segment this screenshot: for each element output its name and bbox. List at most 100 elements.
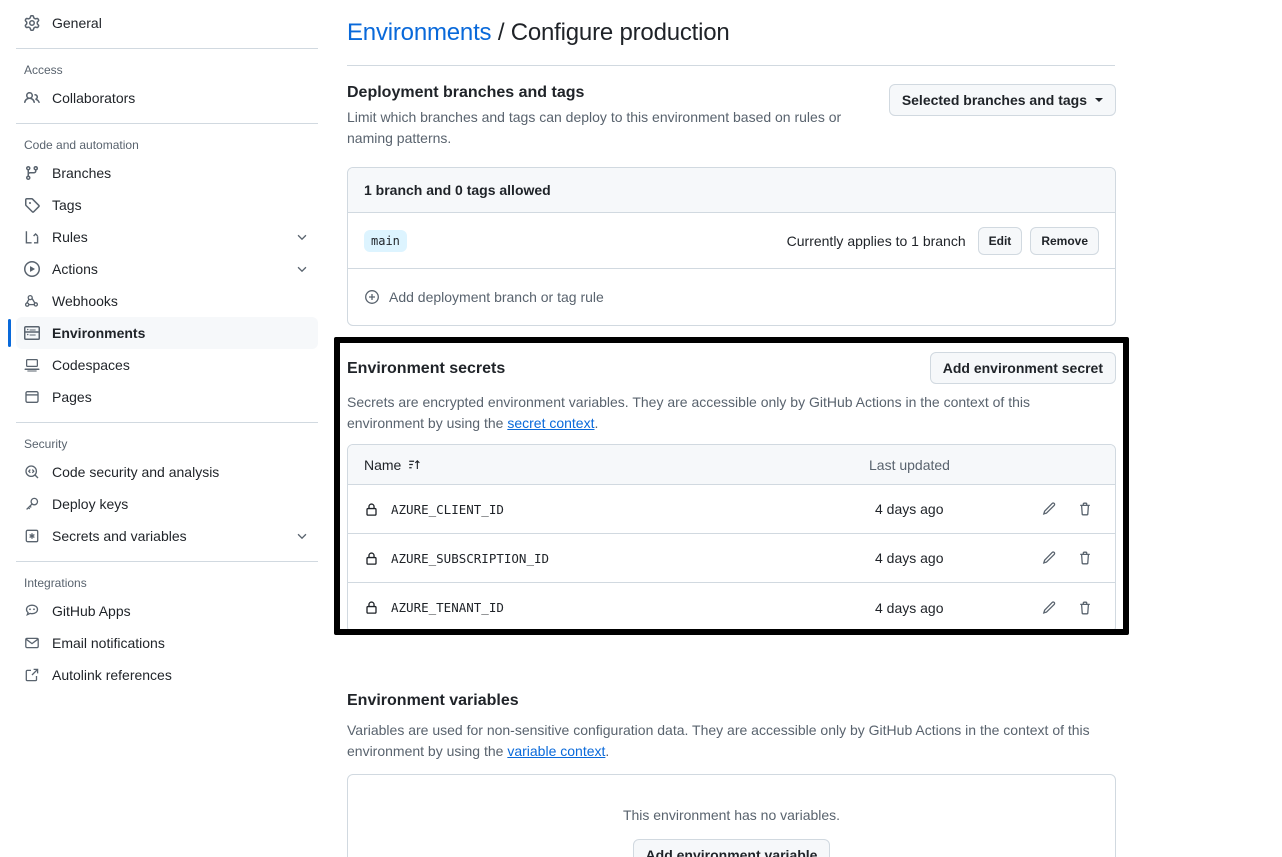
sidebar-group-title: Code and automation — [24, 138, 139, 152]
column-header-last-updated: Last updated — [869, 456, 950, 473]
sidebar-group-title: Security — [24, 437, 68, 451]
environment-secrets-section: Environment secrets Add environment secr… — [347, 352, 1282, 633]
asterisk-box-icon — [24, 528, 40, 544]
sidebar-group-code-and-automation: Code and automation Branches Tags Rules — [8, 133, 318, 413]
sidebar-item-general[interactable]: General — [16, 7, 318, 39]
play-icon — [24, 261, 40, 277]
sidebar-divider — [16, 48, 318, 49]
gear-icon — [24, 15, 40, 31]
delete-secret-button[interactable] — [1071, 544, 1099, 572]
sidebar-item-autolink-references[interactable]: Autolink references — [16, 659, 318, 691]
sidebar-item-label: Collaborators — [52, 90, 136, 106]
sidebar-item-codespaces[interactable]: Codespaces — [16, 349, 318, 381]
add-environment-variable-button[interactable]: Add environment variable — [632, 839, 831, 857]
sidebar-item-github-apps[interactable]: GitHub Apps — [16, 595, 318, 627]
sidebar-item-label: Codespaces — [52, 357, 130, 373]
sidebar-item-secrets-and-variables[interactable]: Secrets and variables — [16, 520, 318, 552]
sidebar-item-pages[interactable]: Pages — [16, 381, 318, 413]
sidebar-item-tags[interactable]: Tags — [16, 189, 318, 221]
secret-name: AZURE_SUBSCRIPTION_ID — [391, 550, 550, 566]
breadcrumb-current: Configure production — [510, 19, 730, 46]
description-text-part1: Secrets are encrypted environment variab… — [347, 394, 1030, 431]
breadcrumb-parent-link[interactable]: Environments — [347, 19, 492, 46]
sidebar-item-branches[interactable]: Branches — [16, 157, 318, 189]
external-link-icon — [24, 667, 40, 683]
sidebar-item-webhooks[interactable]: Webhooks — [16, 285, 318, 317]
section-description: Variables are used for non-sensitive con… — [347, 720, 1107, 762]
sidebar-item-label: Rules — [52, 229, 88, 245]
secrets-table-header: Name Last updated — [348, 445, 1115, 485]
settings-sidebar: General Access Collaborators Code and au… — [0, 0, 334, 857]
codespaces-icon — [24, 357, 40, 373]
key-icon — [24, 496, 40, 512]
edit-secret-button[interactable] — [1035, 594, 1063, 622]
lock-icon — [364, 600, 379, 615]
delete-secret-button[interactable] — [1071, 495, 1099, 523]
rule-applies-note: Currently applies to 1 branch — [786, 232, 966, 249]
sidebar-item-label: Branches — [52, 165, 112, 181]
deployment-rules-box: 1 branch and 0 tags allowed main Current… — [347, 167, 1116, 326]
code-scan-icon — [24, 464, 40, 480]
deployment-rules-header: 1 branch and 0 tags allowed — [348, 168, 1115, 213]
table-row: AZURE_TENANT_ID 4 days ago — [348, 583, 1115, 632]
sidebar-item-collaborators[interactable]: Collaborators — [16, 82, 318, 114]
edit-secret-button[interactable] — [1035, 495, 1063, 523]
sidebar-item-label: Pages — [52, 389, 92, 405]
description-text-part1: Variables are used for non-sensitive con… — [347, 722, 1090, 759]
add-environment-secret-button[interactable]: Add environment secret — [929, 352, 1116, 384]
sidebar-group-access: Access Collaborators — [16, 58, 318, 114]
chevron-down-icon[interactable] — [294, 261, 310, 277]
sidebar-divider — [16, 422, 318, 423]
secret-name: AZURE_TENANT_ID — [391, 600, 504, 615]
breadcrumb-separator: / — [497, 19, 505, 46]
secrets-table: Name Last updated AZURE_CLIENT_ID 4 days… — [347, 444, 1116, 633]
people-icon — [24, 90, 40, 106]
chevron-down-icon[interactable] — [294, 528, 310, 544]
edit-rule-button[interactable]: Edit — [977, 226, 1023, 255]
delete-secret-button[interactable] — [1071, 594, 1099, 622]
lock-icon — [364, 502, 379, 517]
sidebar-item-rules[interactable]: Rules — [16, 221, 318, 253]
sidebar-divider — [16, 123, 318, 124]
section-title: Environment variables — [347, 692, 519, 709]
remove-rule-button[interactable]: Remove — [1030, 226, 1099, 255]
sidebar-item-code-security-and-analysis[interactable]: Code security and analysis — [16, 456, 318, 488]
add-deployment-rule-button[interactable]: Add deployment branch or tag rule — [348, 269, 1115, 325]
table-row: AZURE_SUBSCRIPTION_ID 4 days ago — [348, 534, 1115, 583]
sidebar-item-email-notifications[interactable]: Email notifications — [16, 627, 318, 659]
page-title: Environments / Configure production — [347, 0, 1282, 48]
sidebar-item-label: Email notifications — [52, 635, 165, 651]
deployment-branches-dropdown[interactable]: Selected branches and tags — [888, 84, 1116, 116]
variable-context-link[interactable]: variable context — [507, 743, 605, 759]
sidebar-item-label: Actions — [52, 261, 98, 277]
description-text-part2: . — [594, 415, 599, 431]
sidebar-item-label: Code security and analysis — [52, 464, 220, 480]
secret-name: AZURE_CLIENT_ID — [391, 501, 504, 517]
chevron-down-icon — [1095, 98, 1103, 102]
edit-secret-button[interactable] — [1035, 544, 1063, 572]
sidebar-item-label: Deploy keys — [52, 496, 129, 512]
sidebar-item-label: General — [52, 15, 102, 31]
sidebar-item-environments[interactable]: Environments — [8, 317, 318, 349]
variables-empty-state: This environment has no variables. Add e… — [347, 774, 1116, 857]
sidebar-item-actions[interactable]: Actions — [16, 253, 318, 285]
sort-ascending-icon[interactable] — [408, 458, 421, 471]
chevron-down-icon[interactable] — [294, 229, 310, 245]
environment-variables-section: Environment variables Variables are used… — [347, 690, 1282, 857]
column-header-name: Name — [364, 456, 402, 473]
add-rule-label: Add deployment branch or tag rule — [389, 289, 604, 305]
deployment-rule-row: main Currently applies to 1 branch Edit … — [348, 213, 1115, 269]
sidebar-item-label: GitHub Apps — [52, 603, 131, 619]
sidebar-item-label: Secrets and variables — [52, 528, 187, 544]
main-content: Environments / Configure production Depl… — [347, 0, 1282, 857]
apps-icon — [24, 603, 40, 619]
sidebar-item-label: Tags — [52, 197, 82, 213]
dropdown-label: Selected branches and tags — [901, 92, 1087, 108]
section-title: Environment secrets — [347, 360, 506, 377]
section-description: Secrets are encrypted environment variab… — [347, 392, 1107, 434]
description-text-part2: . — [605, 743, 610, 759]
sidebar-divider — [16, 561, 318, 562]
secret-context-link[interactable]: secret context — [507, 415, 594, 431]
tag-icon — [24, 197, 40, 213]
sidebar-item-deploy-keys[interactable]: Deploy keys — [16, 488, 318, 520]
